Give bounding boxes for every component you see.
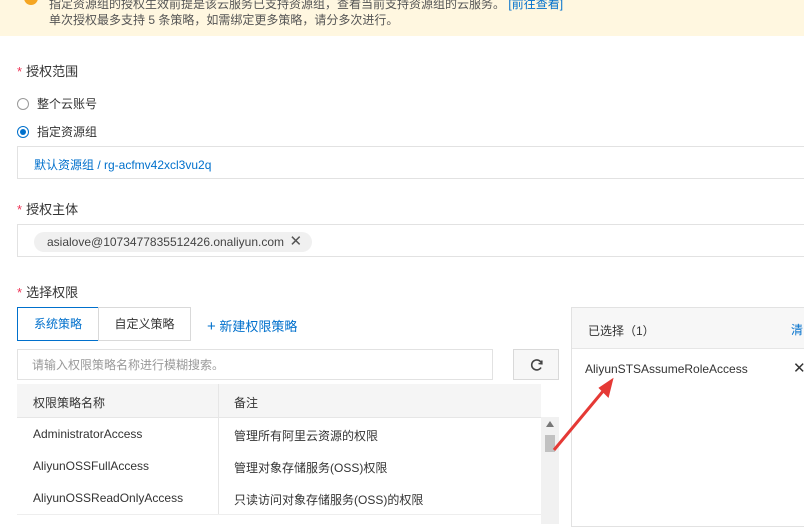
table-row[interactable]: AliyunOSSReadOnlyAccess 只读访问对象存储服务(OSS)的… [17, 482, 541, 515]
notice-line-2: 单次授权最多支持 5 条策略，如需绑定更多策略，请分多次进行。 [49, 13, 399, 27]
radio-label: 指定资源组 [37, 125, 98, 139]
permissions-label: * 选择权限 [17, 285, 79, 300]
tab-custom-policy[interactable]: 自定义策略 [98, 307, 191, 341]
required-mark: * [17, 202, 23, 217]
tab-system-policy[interactable]: 系统策略 [17, 307, 99, 341]
policy-name: AliyunOSSReadOnlyAccess [33, 491, 184, 505]
new-policy-label: 新建权限策略 [219, 319, 298, 334]
principal-input[interactable]: asialove@1073477835512426.onaliyun.com ✕ [17, 224, 804, 257]
policy-note: 管理所有阿里云资源的权限 [234, 429, 379, 443]
plus-icon: + [207, 318, 216, 335]
radio-whole-account[interactable]: 整个云账号 [17, 95, 97, 112]
policy-name: AdministratorAccess [33, 427, 143, 441]
resource-group-select[interactable]: 默认资源组 / rg-acfmv42xcl3vu2q [17, 146, 804, 179]
table-row[interactable]: AliyunOSSFullAccess 管理对象存储服务(OSS)权限 [17, 450, 541, 483]
column-divider [218, 482, 219, 514]
policy-search[interactable] [17, 349, 496, 380]
table-header: 权限策略名称 备注 [17, 384, 541, 418]
selected-panel-header: 已选择（1） 清 [572, 308, 804, 349]
policy-search-input[interactable] [18, 350, 496, 379]
selected-count-title: 已选择（1） [588, 324, 655, 338]
close-icon[interactable]: ✕ [793, 359, 804, 377]
radio-circle[interactable] [17, 97, 29, 110]
clear-all-link[interactable]: 清 [791, 321, 803, 338]
warning-icon [24, 0, 38, 5]
radio-circle-selected[interactable] [17, 125, 29, 138]
table-row[interactable]: AdministratorAccess 管理所有阿里云资源的权限 [17, 418, 541, 451]
new-policy-button[interactable]: + 新建权限策略 [207, 316, 297, 335]
refresh-icon [530, 359, 543, 371]
principal-tag-label: asialove@1073477835512426.onaliyun.com [47, 235, 285, 249]
resource-group-value: 默认资源组 / rg-acfmv42xcl3vu2q [34, 158, 212, 172]
principal-tag: asialove@1073477835512426.onaliyun.com ✕ [34, 232, 313, 252]
annotation-arrow-icon [552, 377, 614, 451]
column-divider [218, 450, 219, 482]
principal-label: * 授权主体 [17, 202, 79, 217]
column-divider [218, 384, 219, 417]
radio-label: 整个云账号 [37, 97, 98, 111]
close-icon[interactable]: ✕ [289, 232, 302, 252]
policy-table: 权限策略名称 备注 AdministratorAccess 管理所有阿里云资源的… [17, 384, 559, 524]
policy-name: AliyunOSSFullAccess [33, 459, 150, 473]
view-supported-link[interactable]: [前往查看] [508, 0, 563, 11]
policy-note: 只读访问对象存储服务(OSS)的权限 [234, 493, 424, 507]
selected-item-label: AliyunSTSAssumeRoleAccess [585, 362, 748, 376]
scope-label: * 授权范围 [17, 64, 79, 79]
notice-banner: 指定资源组的授权生效前提是该云服务已支持资源组，查看当前支持资源组的云服务。 [… [0, 0, 804, 36]
column-header-note: 备注 [234, 396, 259, 410]
column-divider [218, 418, 219, 450]
policy-note: 管理对象存储服务(OSS)权限 [234, 461, 388, 475]
required-mark: * [17, 285, 23, 300]
required-mark: * [17, 64, 23, 79]
notice-text: 指定资源组的授权生效前提是该云服务已支持资源组，查看当前支持资源组的云服务。 [49, 0, 506, 11]
column-header-name: 权限策略名称 [33, 396, 106, 410]
radio-resource-group[interactable]: 指定资源组 [17, 123, 97, 140]
